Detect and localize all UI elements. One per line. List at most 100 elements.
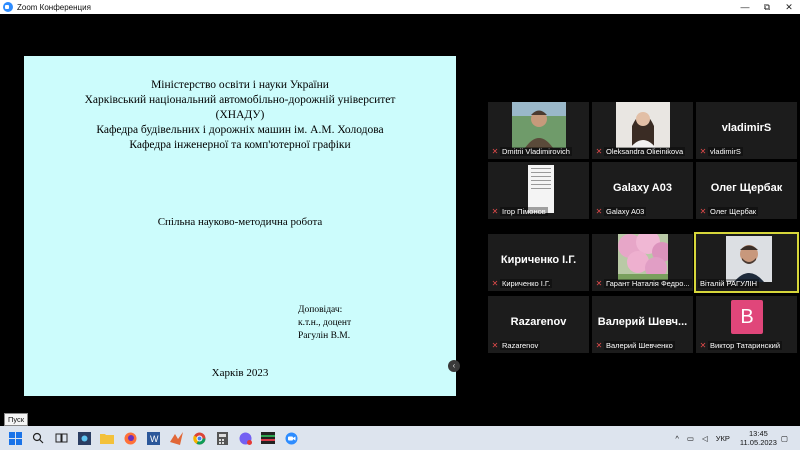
participant-photo [616, 102, 670, 148]
clock-time: 13:45 [749, 429, 768, 438]
muted-mic-icon: ✕ [699, 146, 707, 156]
shared-slide: Міністерство освіти і науки України Харк… [24, 56, 456, 396]
participant-name: Гарант Наталія Федро... [604, 279, 692, 288]
clock[interactable]: 13:45 11.05.2023 [740, 429, 777, 447]
word-icon[interactable]: W [145, 430, 161, 446]
muted-mic-icon: ✕ [595, 340, 603, 350]
window-titlebar: Zoom Конференция — ⧉ ✕ [0, 0, 800, 14]
muted-mic-icon: ✕ [595, 206, 603, 216]
participant-tile[interactable]: ✕ Гарант Наталія Федро... [592, 234, 693, 291]
slide-subtitle: Спільна науково-методична робота [157, 216, 323, 228]
participant-namebar: ✕ vladimirS [696, 146, 743, 157]
participant-name: Кириченко І.Г. [500, 279, 553, 288]
participant-namebar: ✕ Кириченко І.Г. [488, 278, 553, 289]
start-tooltip: Пуск [4, 413, 29, 426]
svg-text:W: W [150, 434, 159, 444]
task-view-icon[interactable] [53, 430, 69, 446]
calculator-icon[interactable] [214, 430, 230, 446]
zoom-logo-icon [3, 2, 13, 12]
participant-tile[interactable]: ✕ Ігор Пімонов [488, 162, 589, 219]
speaker-line: к.т.н., доцент [298, 318, 352, 328]
participant-display-name: Кириченко І.Г. [500, 254, 577, 266]
collapse-share-icon[interactable]: ‹ [448, 360, 460, 372]
meeting-area: Міністерство освіти і науки України Харк… [0, 14, 800, 426]
close-button[interactable]: ✕ [778, 0, 800, 14]
slide-header-line: Кафедра будівельних і дорожніх машин ім.… [96, 124, 384, 136]
slide-header-line: Харківський національний автомобільно-до… [84, 94, 396, 106]
slide-header: Міністерство освіти і науки України Харк… [24, 78, 456, 153]
participant-display-name: Razarenov [510, 316, 567, 328]
firefox-icon[interactable] [122, 430, 138, 446]
muted-mic-icon: ✕ [491, 278, 499, 288]
participant-name: Oleksandra Olieinikova [604, 147, 686, 156]
participant-namebar: Віталій РАГУЛІН [696, 278, 760, 289]
slide-header-line: Кафедра інженерної та комп'ютерної графі… [129, 139, 351, 151]
windows-taskbar: W ^ ▭ ◁ УКР 13:45 11.05.2023 ▢ [0, 426, 800, 450]
participant-name: Ігор Пімонов [500, 207, 548, 216]
participant-display-name: Валерий Шевч... [597, 316, 688, 328]
participant-display-name: Galaxy A03 [613, 182, 672, 194]
search-icon[interactable] [30, 430, 46, 446]
app-window-icon[interactable] [76, 430, 92, 446]
participant-name: Олег Щербак [708, 207, 759, 216]
participant-tile[interactable]: Олег Щербак ✕ Олег Щербак [696, 162, 797, 219]
participant-photo [726, 236, 772, 282]
participant-tile[interactable]: ✕ Oleksandra Olieinikova [592, 102, 693, 159]
muted-mic-icon: ✕ [595, 278, 603, 288]
network-icon[interactable]: ▭ [687, 434, 694, 443]
speaker-line: Рагулін В.М. [298, 331, 351, 341]
chrome-icon[interactable] [191, 430, 207, 446]
participant-tile[interactable]: Razarenov ✕ Razarenov [488, 296, 589, 353]
participant-namebar: ✕ Razarenov [488, 340, 541, 351]
window-title: Zoom Конференция [17, 2, 91, 12]
participant-display-name: Олег Щербак [710, 182, 783, 194]
participant-photo [618, 234, 668, 280]
participant-namebar: ✕ Олег Щербак [696, 206, 759, 217]
participant-namebar: ✕ Виктор Татаринский [696, 340, 783, 351]
participant-tile[interactable]: Валерий Шевч... ✕ Валерий Шевченко [592, 296, 693, 353]
keyboard-language[interactable]: УКР [716, 434, 730, 443]
participant-tile-active-speaker[interactable]: Віталій РАГУЛІН [694, 232, 799, 293]
participant-namebar: ✕ Гарант Наталія Федро... [592, 278, 692, 289]
participant-photo [512, 102, 566, 148]
muted-mic-icon: ✕ [491, 206, 499, 216]
participant-tile[interactable]: vladimirS ✕ vladimirS [696, 102, 797, 159]
participant-namebar: ✕ Dmitrii Vladimirovich [488, 146, 572, 157]
muted-mic-icon: ✕ [491, 340, 499, 350]
participant-name: Dmitrii Vladimirovich [500, 147, 572, 156]
participant-tile[interactable]: ✕ Dmitrii Vladimirovich [488, 102, 589, 159]
zoom-icon[interactable] [283, 430, 299, 446]
participant-namebar: ✕ Ігор Пімонов [488, 206, 548, 217]
participant-name: Віталій РАГУЛІН [698, 279, 760, 288]
muted-mic-icon: ✕ [491, 146, 499, 156]
participant-namebar: ✕ Валерий Шевченко [592, 340, 675, 351]
participant-tile[interactable]: Кириченко І.Г. ✕ Кириченко І.Г. [488, 234, 589, 291]
viber-icon[interactable] [237, 430, 253, 446]
start-icon[interactable] [7, 430, 23, 446]
participant-name: Razarenov [500, 341, 541, 350]
participant-namebar: ✕ Oleksandra Olieinikova [592, 146, 686, 157]
muted-mic-icon: ✕ [699, 206, 707, 216]
participant-tile[interactable]: B ✕ Виктор Татаринский [696, 296, 797, 353]
file-explorer-icon[interactable] [99, 430, 115, 446]
participant-tile[interactable]: Galaxy A03 ✕ Galaxy A03 [592, 162, 693, 219]
matlab-icon[interactable] [168, 430, 184, 446]
participant-name: vladimirS [708, 147, 743, 156]
participant-name: Galaxy A03 [604, 207, 647, 216]
chevron-up-icon[interactable]: ^ [675, 434, 679, 443]
slide-header-line: (ХНАДУ) [215, 109, 265, 121]
volume-icon[interactable]: ◁ [702, 434, 708, 443]
participant-name: Виктор Татаринский [708, 341, 783, 350]
media-icon[interactable] [260, 430, 276, 446]
restore-button[interactable]: ⧉ [756, 0, 778, 14]
clock-date: 11.05.2023 [739, 438, 777, 447]
slide-speaker: Доповідач: к.т.н., доцент Рагулін В.М. [298, 304, 351, 343]
notifications-icon[interactable]: ▢ [781, 434, 788, 443]
system-tray: ^ ▭ ◁ УКР 13:45 11.05.2023 ▢ [671, 426, 792, 450]
minimize-button[interactable]: — [734, 0, 756, 14]
slide-header-line: Міністерство освіти і науки України [151, 79, 329, 91]
participant-name: Валерий Шевченко [604, 341, 675, 350]
participant-display-name: vladimirS [721, 122, 772, 134]
participant-avatar: B [731, 300, 763, 334]
muted-mic-icon: ✕ [699, 340, 707, 350]
